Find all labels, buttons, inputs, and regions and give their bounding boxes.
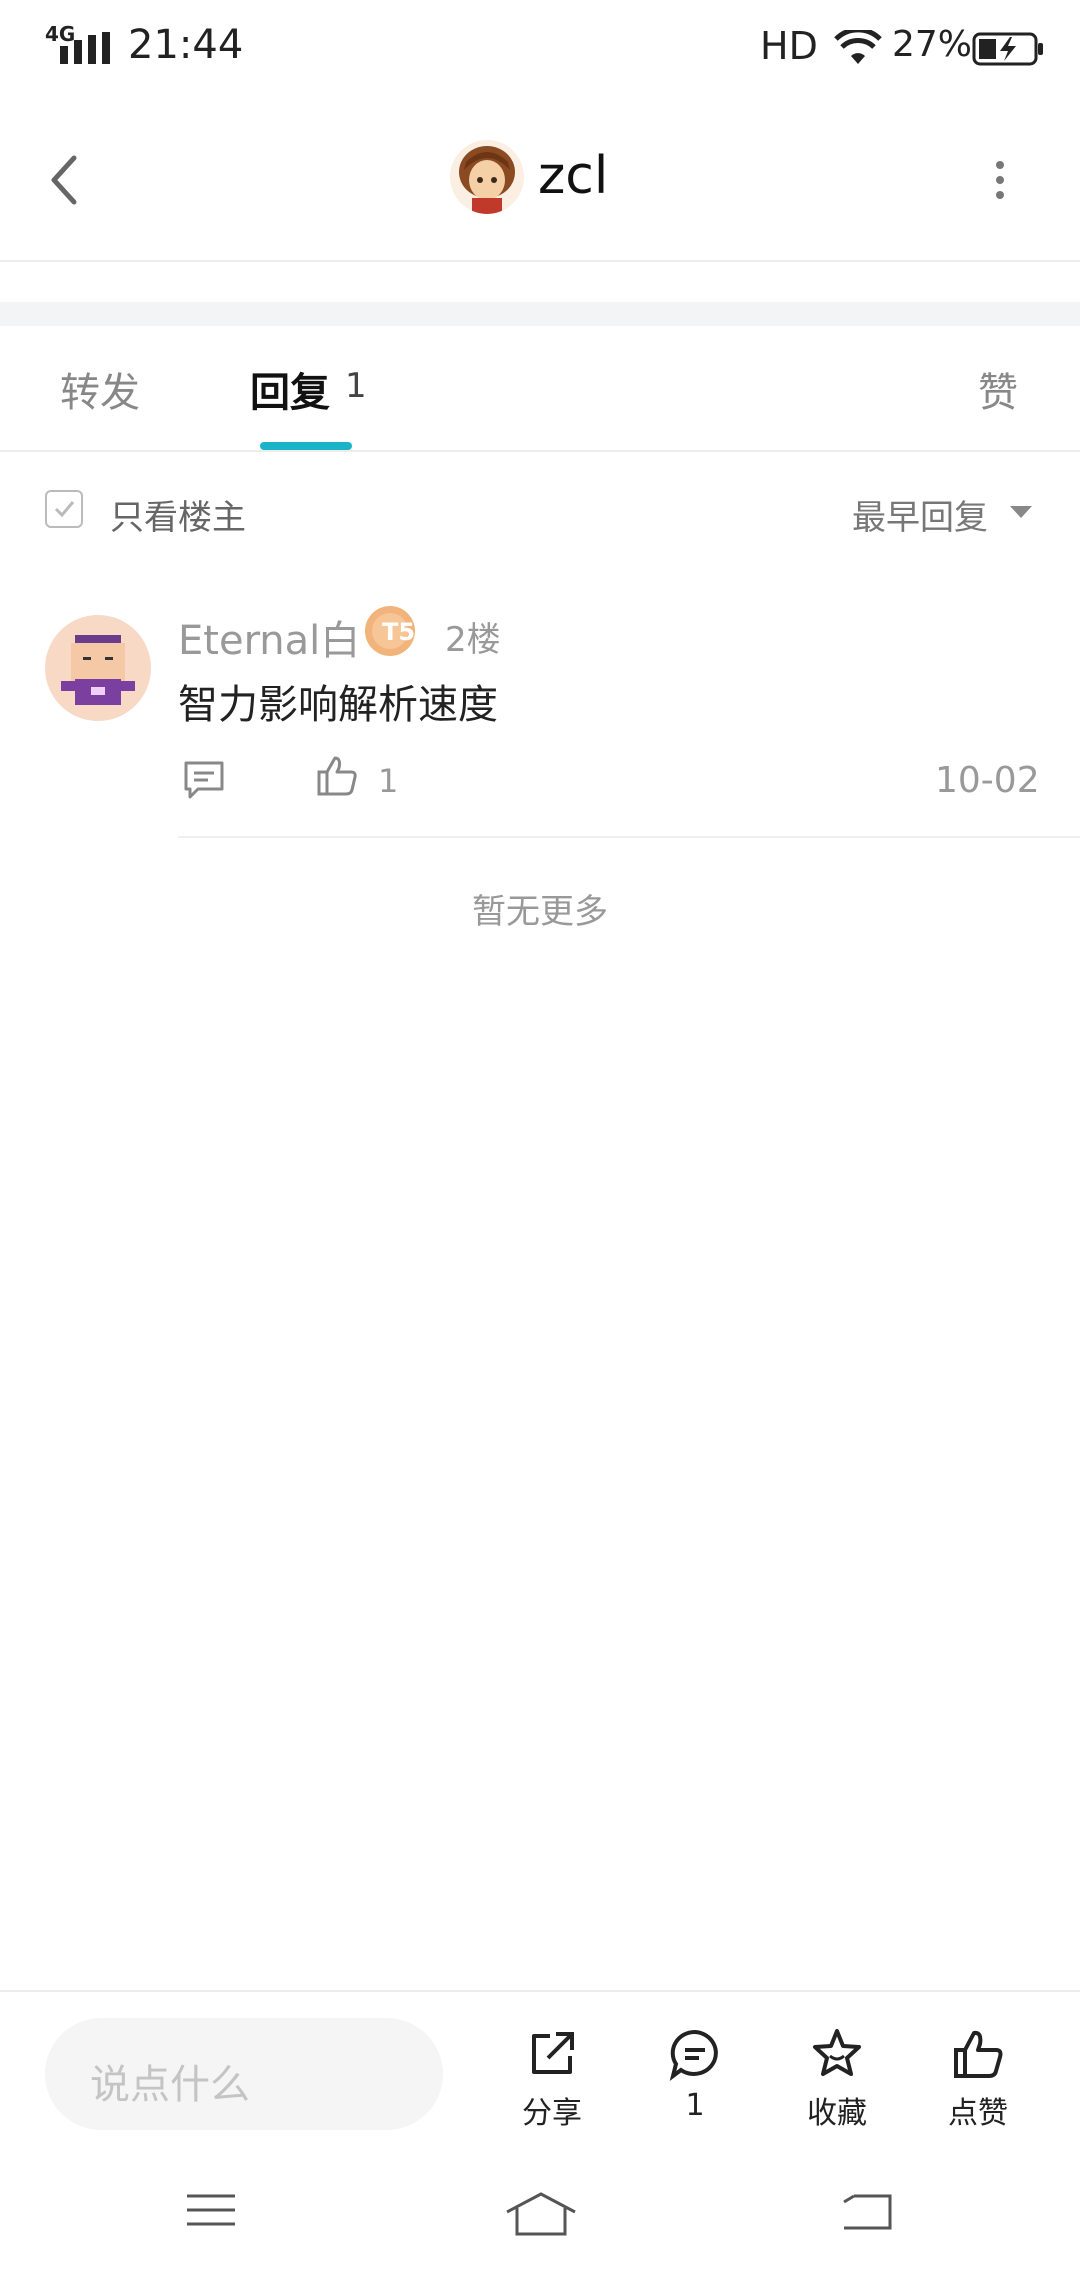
comment-text[interactable]: 智力影响解析速度 [178, 672, 498, 730]
section-divider [0, 302, 1080, 326]
hd-indicator: HD [760, 24, 818, 68]
reply-icon[interactable] [182, 757, 226, 801]
like-label: 点赞 [948, 2096, 1008, 2131]
user-avatar[interactable] [450, 140, 524, 214]
thumbs-up-icon[interactable] [315, 754, 359, 798]
tab-active-indicator [260, 442, 352, 450]
tab-like[interactable]: 赞 [978, 360, 1018, 418]
comment-icon [669, 2029, 718, 2081]
tab-reply[interactable]: 回复 [250, 360, 330, 418]
level-badge: T5 [365, 606, 415, 656]
tab-divider [0, 450, 1080, 452]
like-button[interactable]: 点赞 [928, 2026, 1028, 2132]
level-badge-text: T5 [382, 618, 415, 646]
only-op-label[interactable]: 只看楼主 [110, 490, 246, 539]
sort-dropdown[interactable]: 最早回复 [852, 490, 988, 539]
share-icon [532, 2032, 574, 2074]
comment-like-count: 1 [378, 762, 399, 800]
bottom-bar-divider [0, 1990, 1080, 1992]
only-op-checkbox[interactable] [45, 490, 83, 528]
comment-floor: 2楼 [445, 620, 501, 660]
caret-down-icon[interactable] [1010, 506, 1032, 518]
favorite-label: 收藏 [807, 2096, 867, 2131]
comment-divider [178, 836, 1080, 838]
status-time: 21:44 [128, 22, 244, 68]
comment-date: 10-02 [935, 760, 1040, 801]
comment-count-button[interactable]: 1 [645, 2026, 745, 2123]
comment-avatar[interactable] [45, 615, 151, 721]
chevron-left-icon[interactable] [40, 150, 90, 210]
status-bar: 4G 21:44 HD 27% [0, 0, 1080, 96]
battery-percent: 27% [892, 24, 973, 65]
comment-author[interactable]: Eternal白 [178, 608, 360, 666]
no-more-label: 暂无更多 [472, 892, 608, 932]
signal-icon [60, 32, 110, 64]
back-nav-icon[interactable] [840, 2190, 894, 2234]
page-title-username: zcl [538, 146, 609, 206]
tab-reply-count: 1 [345, 366, 367, 406]
comment-input-placeholder: 说点什么 [90, 2062, 250, 2108]
tab-repost[interactable]: 转发 [60, 360, 140, 418]
share-label: 分享 [522, 2096, 582, 2131]
favorite-button[interactable]: 收藏 [787, 2026, 887, 2132]
battery-icon [972, 32, 1043, 66]
more-vertical-icon[interactable] [985, 155, 1015, 205]
comment-count-label: 1 [685, 2088, 705, 2123]
menu-icon[interactable] [185, 2190, 237, 2230]
home-icon[interactable] [505, 2190, 577, 2238]
check-icon [54, 501, 75, 518]
star-icon [813, 2029, 861, 2076]
wifi-icon [834, 30, 882, 64]
share-button[interactable]: 分享 [502, 2026, 602, 2132]
thumbs-up-icon [954, 2030, 1003, 2078]
